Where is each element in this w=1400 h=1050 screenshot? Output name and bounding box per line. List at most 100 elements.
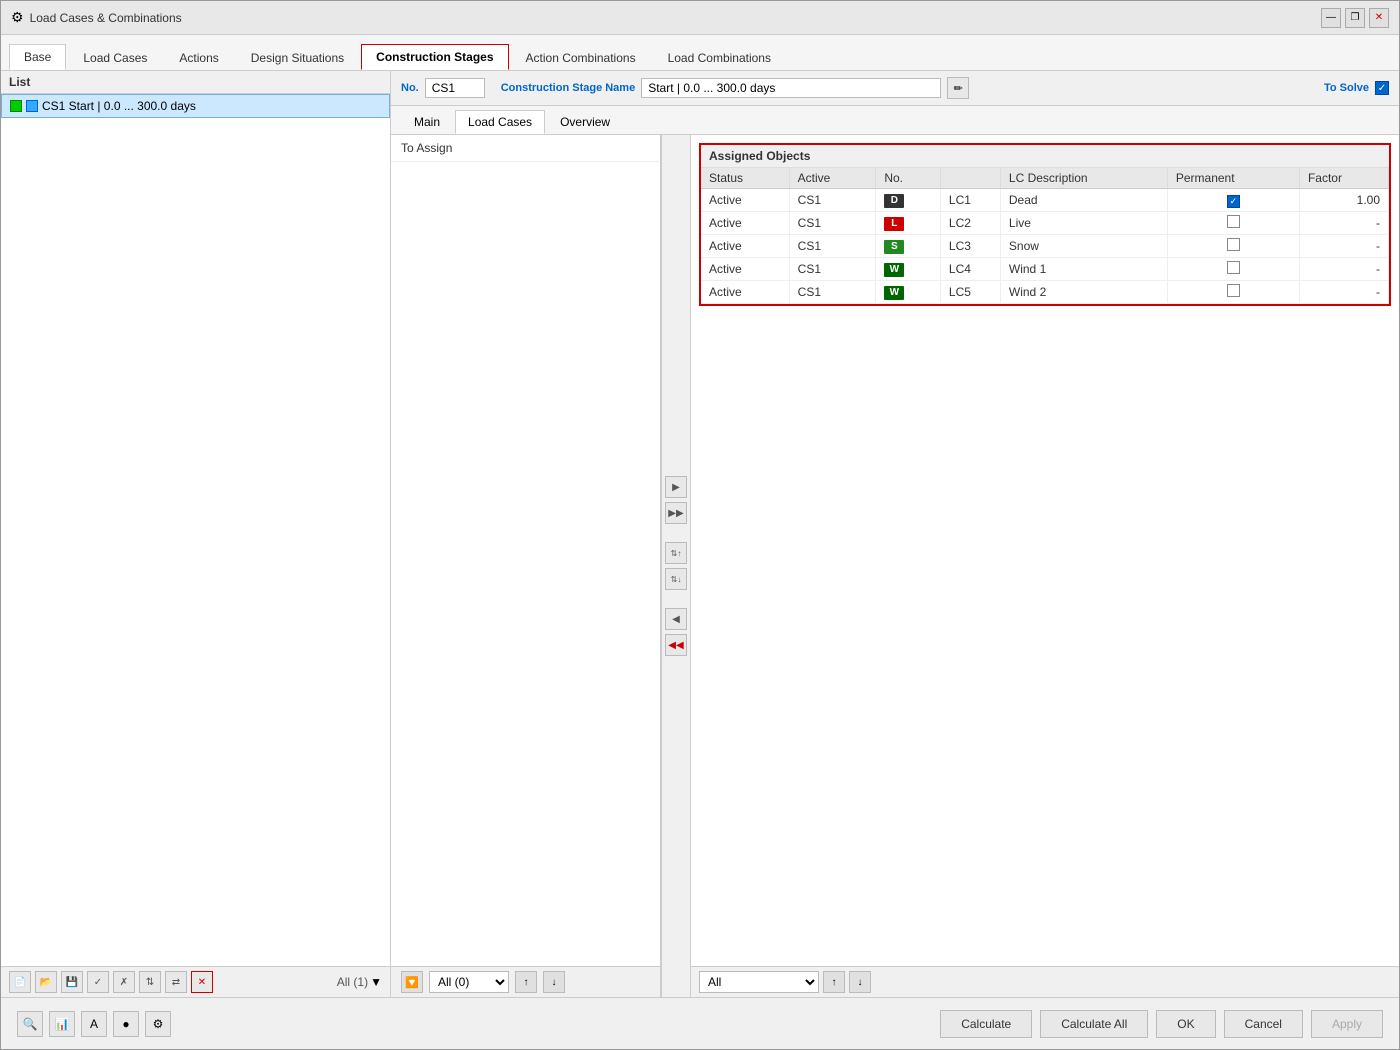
cell-badge: S: [876, 235, 941, 258]
tab-design-situations[interactable]: Design Situations: [236, 45, 359, 70]
cs-no-input[interactable]: [425, 78, 485, 98]
move-up-button[interactable]: ⇅↑: [665, 542, 687, 564]
lc-badge-s: S: [884, 240, 904, 254]
open-button[interactable]: 📂: [35, 971, 57, 993]
list-content: CS1 Start | 0.0 ... 300.0 days: [1, 94, 390, 966]
cell-desc: Wind 1: [1000, 258, 1167, 281]
sort-desc-button[interactable]: ↓: [543, 971, 565, 993]
dropdown-arrow-icon: ▼: [370, 975, 382, 989]
title-bar: ⚙ Load Cases & Combinations — ❐ ✕: [1, 1, 1399, 35]
tab-base[interactable]: Base: [9, 44, 66, 70]
main-window: ⚙ Load Cases & Combinations — ❐ ✕ Base L…: [0, 0, 1400, 1050]
close-button[interactable]: ✕: [1369, 8, 1389, 28]
table-row: Active CS1 W LC4 Wind 1 -: [701, 258, 1389, 281]
cell-status: Active: [701, 212, 789, 235]
move-button[interactable]: ⇅: [139, 971, 161, 993]
assigned-dropdown[interactable]: All: [699, 971, 819, 993]
cell-factor: -: [1299, 212, 1388, 235]
cell-active: CS1: [789, 212, 876, 235]
permanent-checkbox-unchecked[interactable]: [1227, 215, 1240, 228]
cell-active: CS1: [789, 189, 876, 212]
permanent-checkbox-unchecked[interactable]: [1227, 238, 1240, 251]
tab-load-cases[interactable]: Load Cases: [68, 45, 162, 70]
title-bar-left: ⚙ Load Cases & Combinations: [11, 9, 182, 26]
cell-desc: Snow: [1000, 235, 1167, 258]
calculate-all-button[interactable]: Calculate All: [1040, 1010, 1148, 1038]
cell-no: LC3: [940, 235, 1000, 258]
cell-active: CS1: [789, 258, 876, 281]
apply-button[interactable]: Apply: [1311, 1010, 1383, 1038]
permanent-checkbox-checked[interactable]: ✓: [1227, 195, 1240, 208]
col-lc-desc: [940, 168, 1000, 189]
cell-desc: Wind 2: [1000, 281, 1167, 304]
permanent-checkbox-unchecked[interactable]: [1227, 284, 1240, 297]
cs-name-input[interactable]: [641, 78, 941, 98]
save-button[interactable]: 💾: [61, 971, 83, 993]
subtab-load-cases[interactable]: Load Cases: [455, 110, 545, 134]
window-icon: ⚙: [11, 9, 24, 26]
to-assign-header: To Assign: [391, 135, 660, 162]
tab-load-combinations[interactable]: Load Combinations: [653, 45, 786, 70]
table-row: Active CS1 W LC5 Wind 2 -: [701, 281, 1389, 304]
sort-button[interactable]: ⇄: [165, 971, 187, 993]
subtab-overview[interactable]: Overview: [547, 110, 623, 134]
cancel-button[interactable]: Cancel: [1224, 1010, 1303, 1038]
cell-permanent[interactable]: [1167, 258, 1299, 281]
subtab-main[interactable]: Main: [401, 110, 453, 134]
tab-actions[interactable]: Actions: [164, 45, 233, 70]
assigned-sort-asc[interactable]: ↑: [823, 971, 845, 993]
check-button[interactable]: ✓: [87, 971, 109, 993]
sort-asc-button[interactable]: ↑: [515, 971, 537, 993]
title-controls: — ❐ ✕: [1321, 8, 1389, 28]
list-header: List: [1, 71, 390, 94]
cell-badge: W: [876, 258, 941, 281]
cell-permanent[interactable]: [1167, 235, 1299, 258]
assigned-sort-desc[interactable]: ↓: [849, 971, 871, 993]
cell-desc: Dead: [1000, 189, 1167, 212]
footer-info-button[interactable]: 📊: [49, 1011, 75, 1037]
delete-button[interactable]: ✕: [191, 971, 213, 993]
uncheck-button[interactable]: ✗: [113, 971, 135, 993]
cell-status: Active: [701, 235, 789, 258]
footer-settings-button[interactable]: ⚙: [145, 1011, 171, 1037]
cell-no: LC5: [940, 281, 1000, 304]
move-down-button[interactable]: ⇅↓: [665, 568, 687, 590]
cell-factor: -: [1299, 258, 1388, 281]
cell-permanent[interactable]: [1167, 212, 1299, 235]
col-permanent: Permanent: [1167, 168, 1299, 189]
ok-button[interactable]: OK: [1156, 1010, 1215, 1038]
arrow-controls: ▶ ▶▶ ⇅↑ ⇅↓ ◀ ◀◀: [661, 135, 691, 997]
list-all-dropdown[interactable]: All (1) ▼: [337, 975, 382, 989]
new-button[interactable]: 📄: [9, 971, 31, 993]
assign-single-button[interactable]: ▶: [665, 476, 687, 498]
edit-name-button[interactable]: ✏: [947, 77, 969, 99]
permanent-checkbox-unchecked[interactable]: [1227, 261, 1240, 274]
assign-all-button[interactable]: ▶▶: [665, 502, 687, 524]
restore-button[interactable]: ❐: [1345, 8, 1365, 28]
cell-desc: Live: [1000, 212, 1167, 235]
footer-text-button[interactable]: A: [81, 1011, 107, 1037]
cell-permanent[interactable]: [1167, 281, 1299, 304]
col-factor: Factor: [1299, 168, 1388, 189]
to-assign-dropdown[interactable]: All (0): [429, 971, 509, 993]
footer-right: Calculate Calculate All OK Cancel Apply: [940, 1010, 1383, 1038]
assign-area: To Assign 🔽 All (0) ↑ ↓ ▶ ▶▶: [391, 135, 1399, 997]
table-row: Active CS1 S LC3 Snow -: [701, 235, 1389, 258]
cell-badge: L: [876, 212, 941, 235]
calculate-button[interactable]: Calculate: [940, 1010, 1032, 1038]
unassign-single-button[interactable]: ◀: [665, 608, 687, 630]
tab-action-combinations[interactable]: Action Combinations: [511, 45, 651, 70]
tab-construction-stages[interactable]: Construction Stages: [361, 44, 508, 70]
list-item[interactable]: CS1 Start | 0.0 ... 300.0 days: [1, 94, 390, 118]
footer-dot-button[interactable]: ●: [113, 1011, 139, 1037]
solve-checkbox[interactable]: ✓: [1375, 81, 1389, 95]
cell-no: LC1: [940, 189, 1000, 212]
footer-bar: 🔍 📊 A ● ⚙ Calculate Calculate All OK Can…: [1, 997, 1399, 1049]
cell-permanent[interactable]: ✓: [1167, 189, 1299, 212]
minimize-button[interactable]: —: [1321, 8, 1341, 28]
color-indicator-blue: [26, 100, 38, 112]
list-item-label: CS1 Start | 0.0 ... 300.0 days: [42, 99, 196, 113]
filter-button[interactable]: 🔽: [401, 971, 423, 993]
unassign-all-button[interactable]: ◀◀: [665, 634, 687, 656]
footer-search-button[interactable]: 🔍: [17, 1011, 43, 1037]
